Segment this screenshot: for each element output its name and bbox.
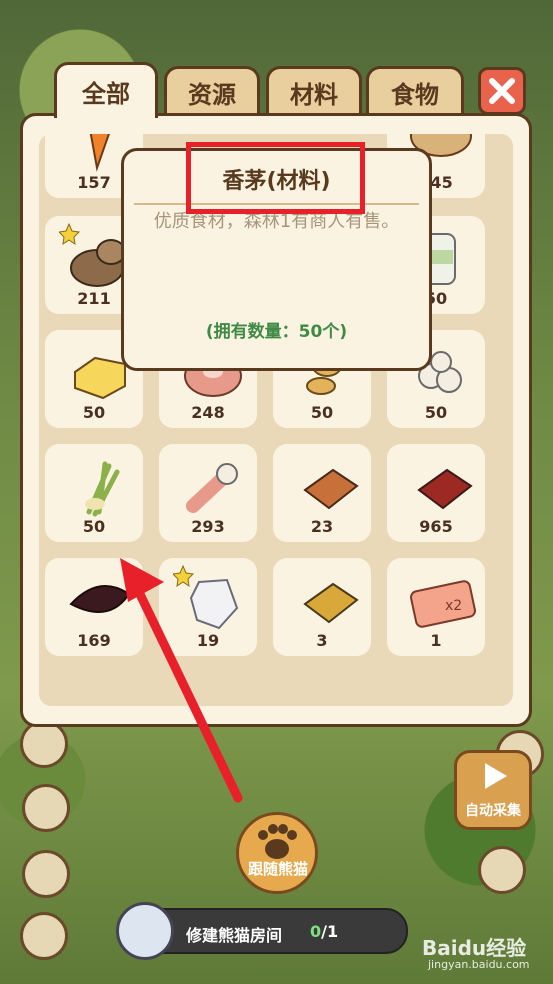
- auto-collect-label: 自动采集: [465, 803, 521, 819]
- svg-text:x2: x2: [445, 598, 462, 614]
- follow-panda-label: 跟随熊猫: [247, 860, 308, 878]
- item-count: 50: [424, 403, 448, 422]
- item-slot-ticket-x2[interactable]: x2 1: [387, 558, 485, 656]
- item-slot-leg-meat[interactable]: 293: [159, 444, 257, 542]
- close-x-icon: [489, 78, 515, 104]
- search-icon[interactable]: [22, 784, 70, 832]
- paw-menu-icon[interactable]: [20, 912, 68, 960]
- task-progress: 0/1: [310, 922, 338, 941]
- item-count: 19: [196, 631, 220, 650]
- tab-food[interactable]: 食物: [366, 66, 464, 116]
- item-count: 3: [316, 631, 328, 650]
- ticket-x2-icon: x2: [410, 580, 476, 628]
- item-count: 50: [310, 403, 334, 422]
- tooltip-description: 优质食材，森林1有商人有售。: [153, 211, 400, 232]
- item-slot-lemongrass[interactable]: 50: [45, 444, 143, 542]
- task-progress-done: 0: [310, 922, 322, 941]
- tab-materials-label: 材料: [290, 81, 338, 109]
- item-slot-dark-leaf[interactable]: 169: [45, 558, 143, 656]
- item-count: 1: [430, 631, 442, 650]
- red-brick-icon: [417, 468, 473, 510]
- item-count: 23: [310, 517, 334, 536]
- tab-resources[interactable]: 资源: [164, 66, 260, 116]
- item-slot-crystal[interactable]: 19: [159, 558, 257, 656]
- follow-panda-button[interactable]: [236, 812, 318, 894]
- tab-all-label: 全部: [82, 80, 130, 108]
- item-count: 248: [191, 403, 225, 422]
- dark-leaf-icon: [69, 585, 131, 613]
- item-count: 293: [191, 517, 225, 536]
- item-count: 50: [82, 517, 106, 536]
- tab-materials[interactable]: 材料: [266, 66, 362, 116]
- item-count: 50: [82, 403, 106, 422]
- item-slot-red-brick[interactable]: 965: [387, 444, 485, 542]
- item-slot-gold-bar[interactable]: 3: [273, 558, 371, 656]
- side-menu-icon[interactable]: [20, 720, 68, 768]
- item-count: 169: [77, 631, 111, 650]
- whistle-icon[interactable]: [478, 846, 526, 894]
- task-scroll-icon: [116, 902, 174, 960]
- item-count: 965: [419, 517, 453, 536]
- task-label: 修建熊猫房间: [186, 926, 283, 945]
- tab-food-label: 食物: [391, 81, 439, 109]
- title-highlight-box: [186, 142, 365, 214]
- watermark-logo: Baidu经验: [422, 936, 527, 960]
- task-progress-total: /1: [321, 922, 339, 941]
- gold-bar-icon: [303, 582, 359, 624]
- wood-plank-icon: [303, 468, 359, 510]
- lemongrass-icon: [85, 461, 120, 517]
- tab-resources-label: 资源: [188, 81, 236, 109]
- tooltip-quantity: (拥有数量：50个): [205, 322, 348, 342]
- crystal-icon: [173, 564, 239, 630]
- leg-meat-icon: [186, 463, 238, 513]
- item-slot-wood-plank[interactable]: 23: [273, 444, 371, 542]
- play-icon: [485, 763, 507, 789]
- tab-all[interactable]: 全部: [54, 62, 158, 118]
- watermark-url: jingyan.baidu.com: [428, 958, 530, 971]
- close-button[interactable]: [478, 67, 526, 115]
- bag-icon[interactable]: [22, 850, 70, 898]
